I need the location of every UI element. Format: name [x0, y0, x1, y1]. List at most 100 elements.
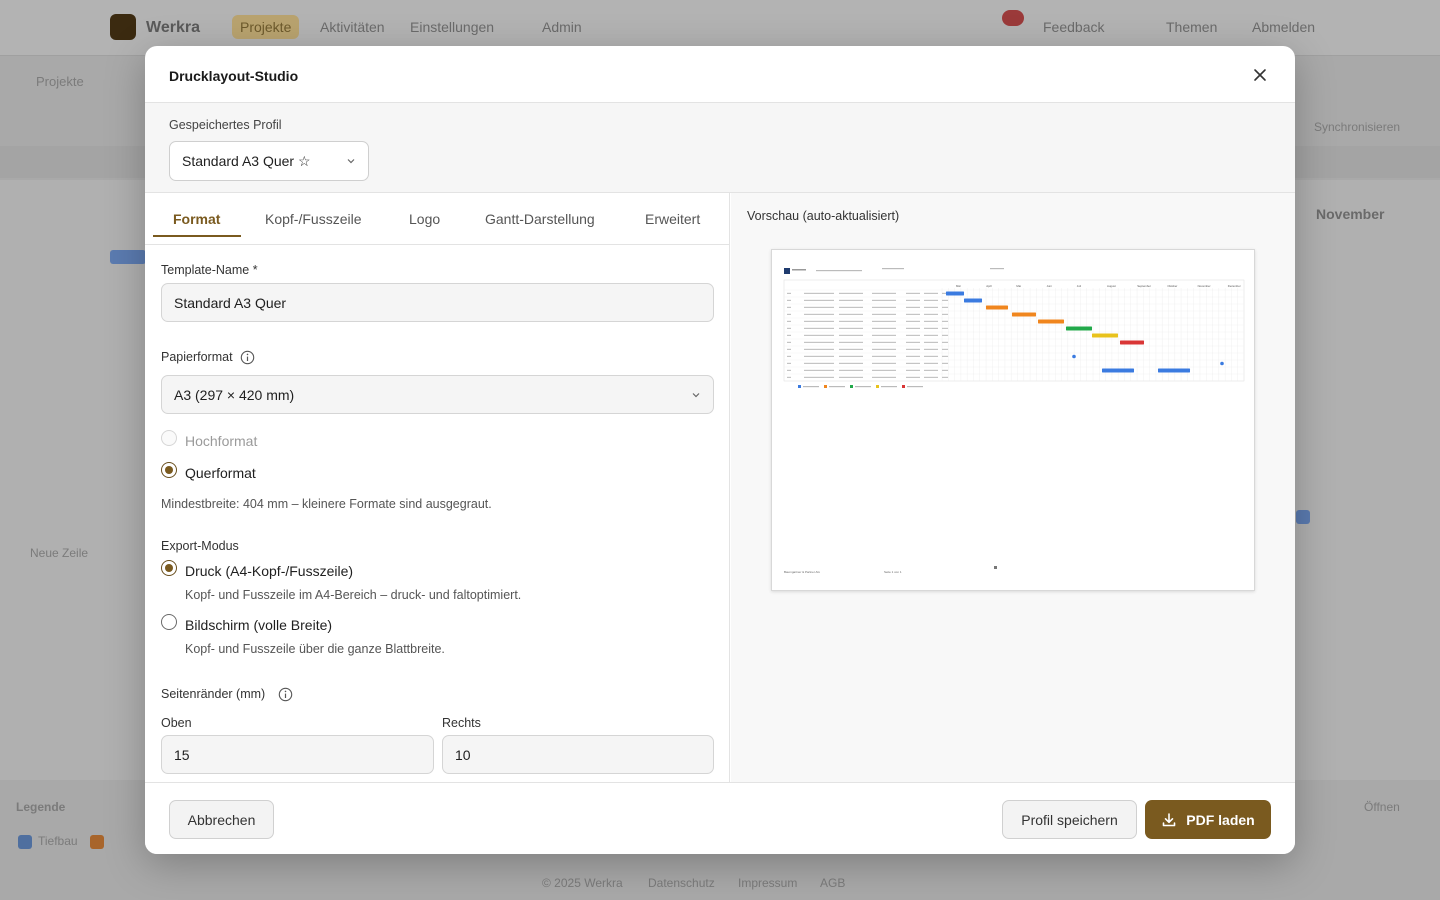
print-layout-dialog: Drucklayout-Studio Gespeichertes Profil … [145, 46, 1295, 854]
export-mode-label: Export-Modus [161, 539, 239, 553]
template-name-input[interactable]: Standard A3 Quer [161, 283, 714, 322]
bg-add-row: Neue Zeile [30, 546, 89, 560]
profile-select[interactable]: Standard A3 Quer ☆ [169, 141, 369, 181]
preview-cell [872, 362, 896, 364]
tab-logo[interactable]: Logo [409, 211, 440, 227]
profile-label: Gespeichertes Profil [169, 118, 282, 132]
preview-cell [924, 362, 938, 364]
preview-cell [906, 334, 920, 336]
radio-export-screen-label[interactable]: Bildschirm (volle Breite) [185, 617, 332, 633]
radio-portrait-label: Hochformat [185, 433, 258, 449]
preview-gantt-bar [964, 298, 982, 303]
cancel-button[interactable]: Abbrechen [169, 800, 274, 839]
tab-gantt[interactable]: Gantt-Darstellung [485, 211, 595, 227]
bg-sync: Synchronisieren [1314, 120, 1401, 134]
chevron-down-icon [692, 392, 700, 397]
preview-cell [804, 327, 834, 329]
tab-advanced[interactable]: Erweitert [645, 211, 700, 227]
preview-month-label: September [1137, 284, 1151, 288]
preview-cell [804, 299, 834, 301]
preview-month-label: November [1198, 284, 1211, 288]
preview-cell [942, 313, 948, 315]
preview-gantt-bar [1092, 333, 1118, 338]
preview-cell [787, 355, 791, 357]
preview-cell [839, 299, 863, 301]
preview-month-label: Mai [1016, 284, 1021, 288]
tab-header-footer[interactable]: Kopf-/Fusszeile [265, 211, 361, 227]
bg-month: November [1316, 206, 1385, 222]
radio-landscape[interactable] [161, 462, 177, 478]
preview-cell [787, 341, 791, 343]
preview-cell [804, 355, 834, 357]
preview-cell [804, 334, 834, 336]
preview-month-label: Dezember [1228, 284, 1241, 288]
preview-cell [787, 292, 791, 294]
profile-select-value: Standard A3 Quer ☆ [182, 152, 311, 169]
preview-legend-swatch [876, 385, 879, 388]
download-pdf-label: PDF laden [1186, 811, 1255, 828]
preview-cell [839, 376, 863, 378]
preview-cell [804, 362, 834, 364]
preview-cell [804, 306, 834, 308]
preview-cell [942, 348, 948, 350]
close-icon[interactable] [1251, 66, 1269, 84]
bg-legend-swatch [18, 835, 32, 849]
preview-title: Vorschau (auto-aktualisiert) [747, 209, 900, 223]
margin-right-value: 10 [455, 746, 471, 763]
preview-cell [872, 299, 896, 301]
radio-export-print-label[interactable]: Druck (A4-Kopf-/Fusszeile) [185, 563, 353, 579]
preview-gantt: Mär April Mai Juni Juli August September Oktobe… [783, 268, 1245, 569]
radio-export-screen[interactable] [161, 614, 177, 630]
paper-format-value: A3 (297 × 420 mm) [174, 386, 295, 403]
preview-cell [906, 348, 920, 350]
info-icon[interactable] [240, 350, 255, 365]
preview-cell [787, 369, 791, 371]
template-name-label: Template-Name * [161, 263, 258, 277]
radio-export-print[interactable] [161, 560, 177, 576]
preview-cell [906, 355, 920, 357]
preview-cell [804, 369, 834, 371]
preview-cell [872, 334, 896, 336]
bg-abmelden: Abmelden [1252, 19, 1316, 35]
bg-footer: © 2025 Werkra Datenschutz Impressum AGB [0, 860, 1440, 900]
preview-gantt-bar [946, 291, 964, 296]
save-profile-button[interactable]: Profil speichern [1002, 800, 1137, 839]
margin-top-input[interactable]: 15 [161, 735, 434, 774]
preview-cell [804, 376, 834, 378]
margin-right-input[interactable]: 10 [442, 735, 714, 774]
preview-cell [787, 313, 791, 315]
preview-legend-text [881, 386, 897, 388]
preview-cell [804, 320, 834, 322]
tab-format[interactable]: Format [173, 211, 220, 227]
preview-cell [942, 355, 948, 357]
preview-month-label: Juli [1077, 284, 1082, 288]
preview-cell [942, 376, 948, 378]
preview-cell [839, 313, 863, 315]
preview-cell [942, 306, 948, 308]
margin-right-label: Rechts [442, 716, 481, 730]
bg-legend: Legende [16, 800, 66, 814]
chevron-down-icon [347, 159, 355, 164]
export-print-hint: Kopf- und Fusszeile im A4-Bereich – druc… [185, 588, 522, 602]
preview-cell [787, 362, 791, 364]
preview-cell [787, 299, 791, 301]
preview-cell [787, 327, 791, 329]
preview-cell [804, 292, 834, 294]
preview-cell [924, 306, 938, 308]
export-screen-hint: Kopf- und Fusszeile über die ganze Blatt… [185, 642, 445, 656]
preview-cell [924, 327, 938, 329]
preview-cell [872, 369, 896, 371]
preview-cell [906, 369, 920, 371]
preview-cell [924, 355, 938, 357]
info-icon[interactable] [278, 687, 293, 702]
preview-page: Mär April Mai Juni Juli August September Oktobe… [771, 249, 1255, 591]
preview-cell [872, 327, 896, 329]
bg-themen: Themen [1166, 19, 1218, 35]
paper-format-select[interactable]: A3 (297 × 420 mm) [161, 375, 714, 414]
tab-bar: Format Kopf-/Fusszeile Logo Gantt-Darste… [145, 193, 729, 245]
preview-cell [924, 292, 938, 294]
radio-landscape-label[interactable]: Querformat [185, 465, 256, 481]
download-pdf-button[interactable]: PDF laden [1145, 800, 1271, 839]
bg-nav-einstellungen: Einstellungen [410, 19, 495, 35]
profile-section: Gespeichertes Profil Standard A3 Quer ☆ [145, 103, 1295, 193]
